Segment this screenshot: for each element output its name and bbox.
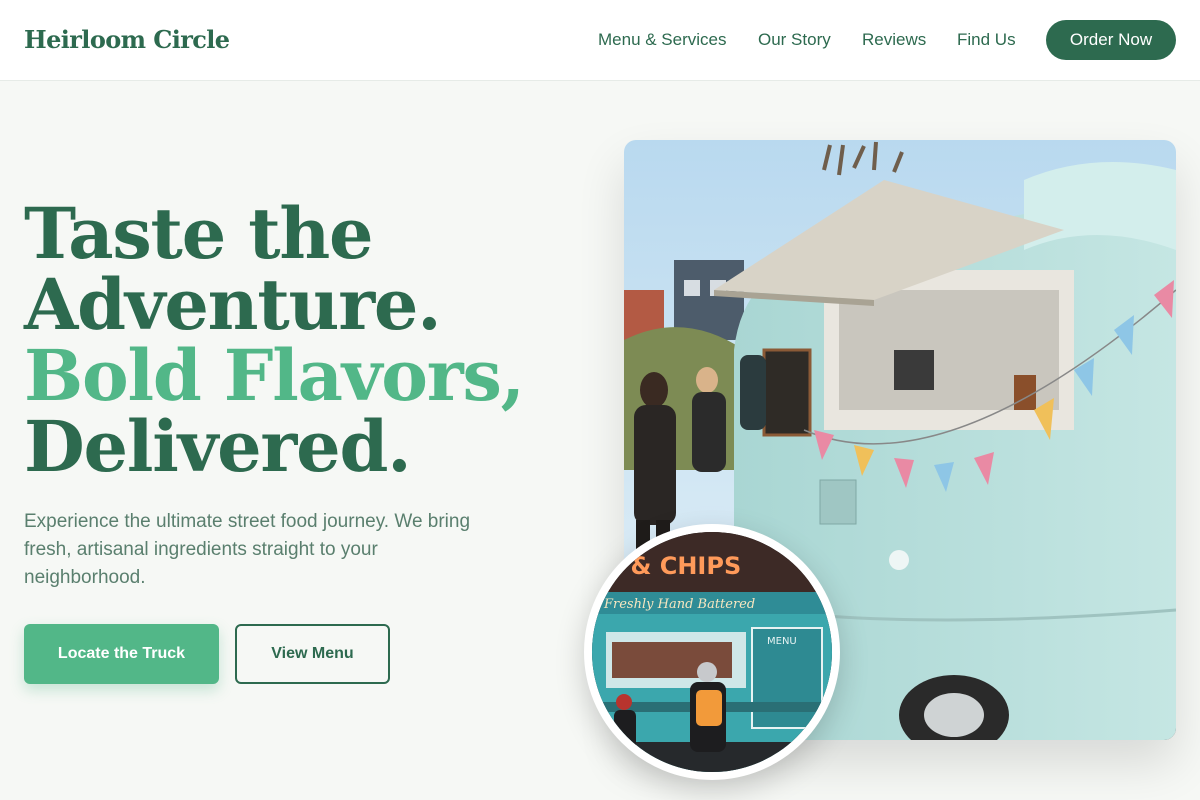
- headline-line-1: Taste the: [24, 192, 374, 275]
- headline-line-2: Adventure.: [24, 263, 442, 346]
- brand-logo[interactable]: Heirloom Circle: [24, 25, 230, 54]
- sign-text: H & CHIPS: [602, 552, 741, 580]
- nav-find-us[interactable]: Find Us: [957, 30, 1016, 50]
- order-now-button[interactable]: Order Now: [1046, 20, 1176, 60]
- view-menu-button[interactable]: View Menu: [235, 624, 390, 684]
- locate-truck-button[interactable]: Locate the Truck: [24, 624, 219, 684]
- hero-headline: Taste the Adventure. Bold Flavors, Deliv…: [24, 192, 525, 488]
- hero-subtext: Experience the ultimate street food jour…: [24, 511, 471, 588]
- fish-and-chips-photo: H & CHIPS Freshly Hand Battered MENU: [592, 532, 832, 772]
- menu-board-label: MENU: [767, 636, 797, 647]
- headline-line-3: Bold Flavors,: [24, 334, 525, 417]
- nav-menu-services[interactable]: Menu & Services: [598, 30, 727, 50]
- sign-subtext: Freshly Hand Battered: [603, 597, 755, 612]
- inset-photo-frame: H & CHIPS Freshly Hand Battered MENU: [584, 524, 840, 780]
- headline-line-4: Delivered.: [24, 405, 412, 488]
- site-header: Heirloom Circle Menu & Services Our Stor…: [0, 0, 1200, 81]
- nav-reviews[interactable]: Reviews: [862, 30, 926, 50]
- nav-our-story[interactable]: Our Story: [758, 30, 831, 50]
